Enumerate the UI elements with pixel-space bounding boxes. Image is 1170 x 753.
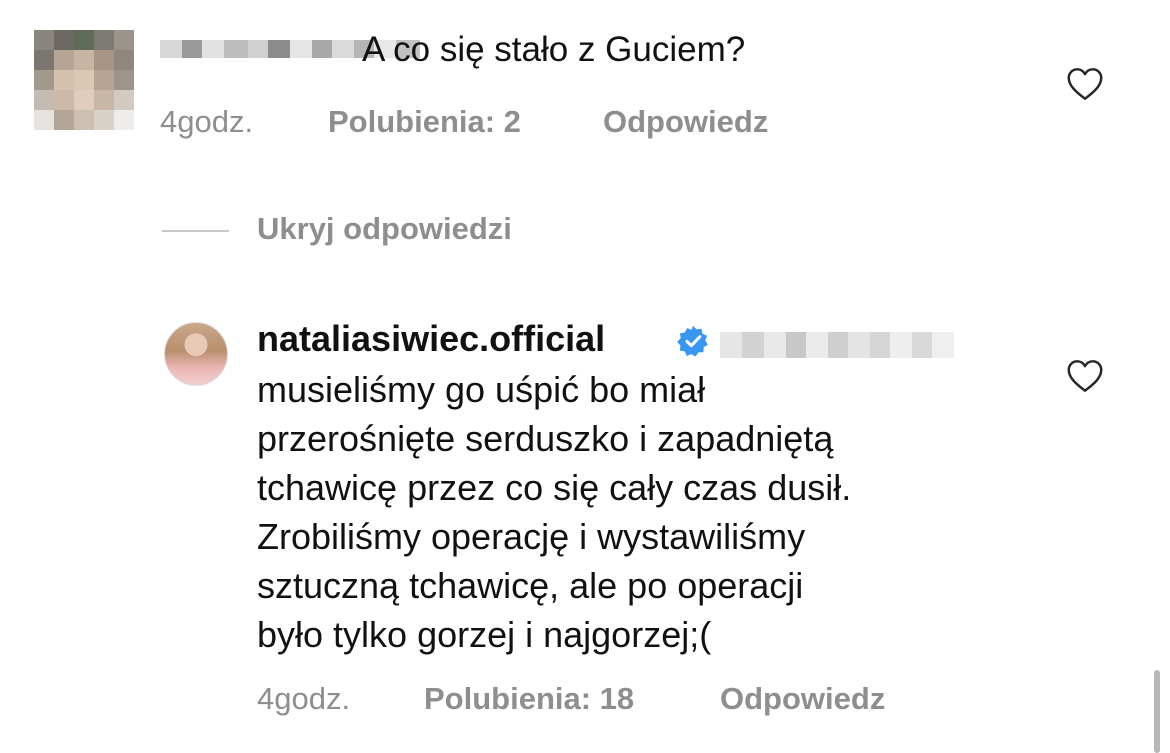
heart-icon[interactable] bbox=[1066, 359, 1104, 393]
mentioned-username-blurred[interactable] bbox=[720, 332, 954, 358]
scrollbar[interactable] bbox=[1154, 670, 1160, 753]
heart-icon[interactable] bbox=[1066, 67, 1104, 101]
reply-username[interactable]: nataliasiwiec.official bbox=[257, 318, 605, 360]
comment-timestamp: 4godz. bbox=[160, 104, 254, 139]
comment-reply-button[interactable]: Odpowiedz bbox=[603, 104, 768, 140]
comment-text: A co się stało z Guciem? bbox=[362, 30, 746, 69]
verified-badge-icon bbox=[677, 325, 708, 357]
reply-text-line: Zrobiliśmy operację i wystawiliśmy bbox=[257, 516, 806, 557]
reply-timestamp: 4godz. bbox=[257, 681, 351, 716]
reply-reply-button[interactable]: Odpowiedz bbox=[720, 681, 885, 717]
reply-text-line: tchawicę przez co się cały czas dusił. bbox=[257, 467, 852, 508]
commenter-avatar[interactable] bbox=[34, 30, 134, 130]
reply-avatar[interactable] bbox=[164, 322, 228, 386]
reply-text-line: było tylko gorzej i najgorzej;( bbox=[257, 614, 712, 655]
reply-text: musieliśmy go uśpić bo miał przerośnięte… bbox=[257, 365, 1057, 659]
reply-text-line: sztuczną tchawicę, ale po operacji bbox=[257, 565, 804, 606]
reply-text-line: musieliśmy go uśpić bo miał bbox=[257, 369, 706, 410]
reply-likes-link[interactable]: Polubienia: 18 bbox=[424, 681, 634, 717]
hide-replies-button[interactable]: Ukryj odpowiedzi bbox=[257, 211, 512, 247]
reply-text-line: przerośnięte serduszko i zapadniętą bbox=[257, 418, 834, 459]
comment-likes-link[interactable]: Polubienia: 2 bbox=[328, 104, 521, 140]
replies-divider bbox=[162, 230, 229, 232]
